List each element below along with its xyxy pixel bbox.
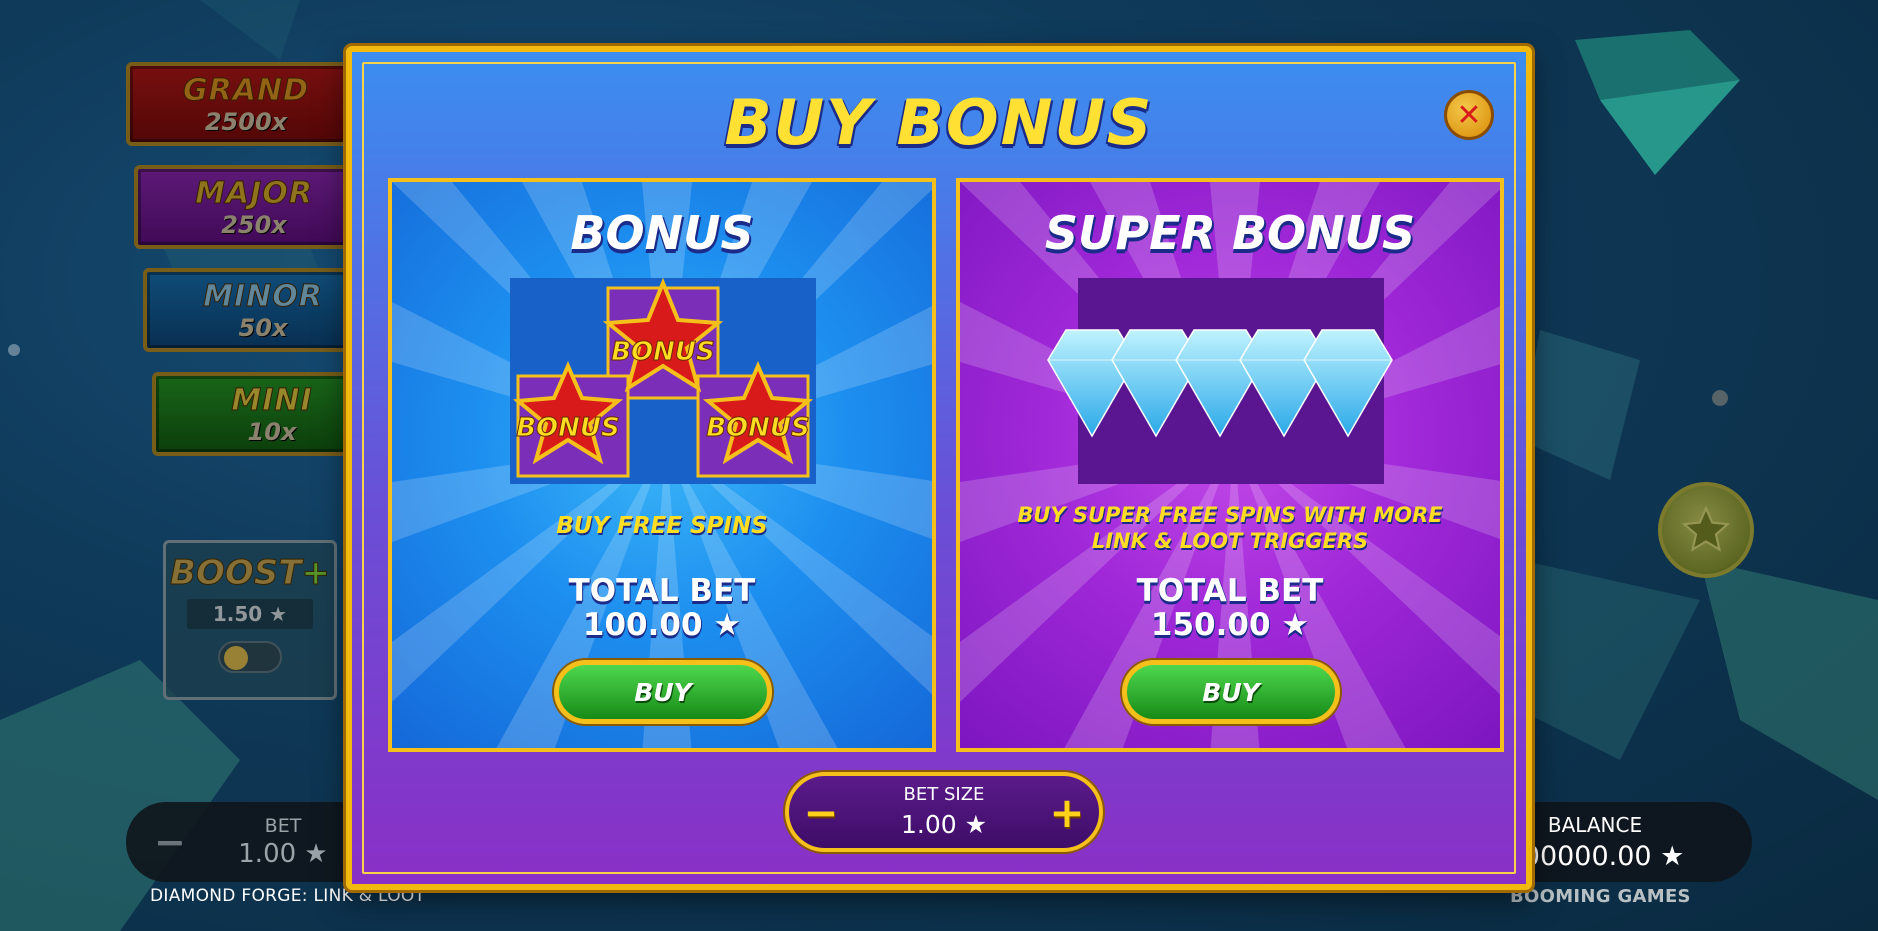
bet-label: BET xyxy=(264,815,302,837)
jackpot-minor-multiplier: 50x xyxy=(238,313,288,342)
bonus-art: BONUS BONUS BONUS xyxy=(510,277,816,484)
super-bonus-total-bet-value: 150.00 ★ xyxy=(1150,607,1310,643)
star-icon xyxy=(1681,505,1731,552)
super-bonus-total-bet-label: TOTAL BET xyxy=(1136,573,1324,609)
boost-title: BOOST+ xyxy=(170,553,331,594)
close-icon: ✕ xyxy=(1456,97,1482,133)
super-bonus-art xyxy=(1047,278,1393,484)
jackpot-grand: GRAND 2500x xyxy=(126,62,366,146)
boost-value: 1.50 ★ xyxy=(187,599,313,629)
jackpot-grand-multiplier: 2500x xyxy=(204,107,288,136)
bonus-total-bet: TOTAL BET 100.00 ★ xyxy=(392,574,932,642)
bet-value: 1.00 ★ xyxy=(238,839,328,869)
bonus-star-icon: BONUS BONUS BONUS xyxy=(512,277,814,478)
bonus-card-description: BUY FREE SPINS xyxy=(556,513,768,539)
bet-display: BET 1.00 ★ xyxy=(238,815,327,869)
boost-panel: BOOST+ 1.50 ★ xyxy=(163,540,337,700)
boost-plus-text: + xyxy=(301,553,330,594)
jackpot-major: MAJOR 250x xyxy=(134,165,374,249)
bet-size-control: − BET SIZE 1.00 ★ + xyxy=(785,772,1103,852)
super-bonus-card-description: BUY SUPER FREE SPINS WITH MORE LINK & LO… xyxy=(960,502,1500,554)
diamond-icon xyxy=(1047,329,1393,438)
jackpot-minor-name: MINOR xyxy=(203,278,323,314)
balance-value: 100000.00 ★ xyxy=(1505,840,1685,872)
bonus-total-bet-label: TOTAL BET xyxy=(568,573,756,609)
super-bonus-description-line-2: LINK & LOOT TRIGGERS xyxy=(1091,529,1369,553)
boost-toggle[interactable] xyxy=(218,641,282,673)
boost-toggle-knob xyxy=(224,646,248,670)
super-bonus-buy-button[interactable]: BUY xyxy=(1122,660,1340,724)
super-bonus-total-bet: TOTAL BET 150.00 ★ xyxy=(960,574,1500,642)
jackpot-mini-name: MINI xyxy=(231,382,313,418)
super-bonus-description-line-1: BUY SUPER FREE SPINS WITH MORE xyxy=(1017,503,1443,527)
bonus-buy-button[interactable]: BUY xyxy=(554,660,772,724)
buy-bonus-modal: BUY BONUS ✕ BONUS BONUS BONUS BONUS BUY … xyxy=(346,46,1532,890)
jackpot-grand-name: GRAND xyxy=(183,72,309,108)
bonus-symbol-label-3: BONUS xyxy=(706,413,810,443)
modal-title: BUY BONUS xyxy=(724,86,1154,159)
bet-size-plus-button[interactable]: + xyxy=(1047,788,1087,837)
close-button[interactable]: ✕ xyxy=(1444,90,1494,140)
jackpot-major-multiplier: 250x xyxy=(221,210,287,239)
bonus-symbol-label-2: BONUS xyxy=(516,413,620,443)
bonus-card-title: BONUS xyxy=(570,206,754,260)
balance-label: BALANCE xyxy=(1547,812,1643,837)
super-bonus-card-title: SUPER BONUS xyxy=(1044,206,1416,260)
coin-star-icon[interactable] xyxy=(1658,482,1754,578)
bonus-total-bet-value: 100.00 ★ xyxy=(582,607,742,643)
studio-logo: BOOMING GAMES xyxy=(1510,886,1691,907)
bonus-symbol-label-1: BONUS xyxy=(611,337,715,367)
jackpot-mini-multiplier: 10x xyxy=(247,417,297,446)
boost-title-text: BOOST xyxy=(170,553,302,594)
jackpot-major-name: MAJOR xyxy=(195,175,313,211)
bet-minus-button[interactable]: − xyxy=(154,820,186,864)
super-bonus-card: SUPER BONUS BUY SUPER FREE SPINS WITH MO… xyxy=(956,178,1504,752)
bonus-card: BONUS BONUS BONUS BONUS BUY FREE SPINS T… xyxy=(388,178,936,752)
